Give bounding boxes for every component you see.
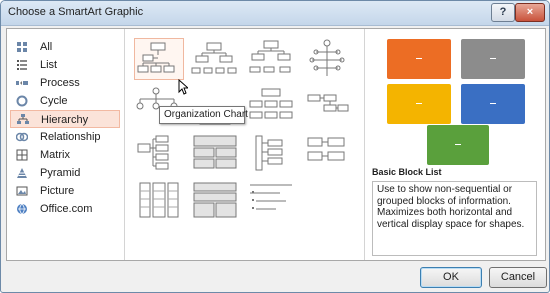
category-pyramid[interactable]: Pyramid xyxy=(10,164,120,182)
layout-architecture[interactable] xyxy=(302,85,352,127)
category-label: Picture xyxy=(40,185,75,197)
layout-horizontal-labeled[interactable] xyxy=(246,132,296,174)
hierarchy-thumbnail xyxy=(309,39,345,76)
layout-hierarchy-list[interactable] xyxy=(190,132,240,174)
layout-hierarchy-1[interactable] xyxy=(190,38,240,80)
cycle-icon xyxy=(16,95,28,107)
office-com-icon xyxy=(17,203,27,215)
title-bar: Choose a SmartArt Graphic ? × xyxy=(1,1,549,26)
cancel-button[interactable]: Cancel xyxy=(489,267,547,288)
all-icon xyxy=(17,42,27,52)
preview-block-green xyxy=(427,125,489,165)
category-label: Matrix xyxy=(40,149,70,161)
layout-tooltip: Organization Chart xyxy=(159,106,248,124)
category-all[interactable]: All xyxy=(10,38,120,56)
hierarchy-thumbnail xyxy=(193,135,237,169)
pyramid-icon xyxy=(17,168,27,178)
preview-description: Use to show non-sequential or grouped bl… xyxy=(372,181,537,256)
category-label: List xyxy=(40,59,58,71)
preview-block-yellow xyxy=(387,84,451,124)
layout-lined-list[interactable] xyxy=(134,132,184,174)
category-label: All xyxy=(40,41,53,53)
category-process[interactable]: Process xyxy=(10,74,120,92)
layout-stacked-list[interactable] xyxy=(190,179,240,221)
hierarchy-thumbnail xyxy=(307,137,345,161)
category-label: Pyramid xyxy=(40,167,81,179)
preview-title: Basic Block List xyxy=(372,167,442,177)
preview-block-orange xyxy=(387,39,451,79)
category-label: Relationship xyxy=(40,131,101,143)
layout-table-list[interactable] xyxy=(134,179,184,221)
picture-icon xyxy=(16,186,28,196)
hierarchy-thumbnail xyxy=(193,182,237,218)
category-matrix[interactable]: Matrix xyxy=(10,146,120,164)
hierarchy-thumbnail xyxy=(250,184,292,210)
close-button[interactable]: × xyxy=(515,3,545,22)
hierarchy-thumbnail xyxy=(249,40,291,73)
category-picture[interactable]: Picture xyxy=(10,182,120,200)
matrix-icon xyxy=(16,149,28,161)
process-icon xyxy=(16,81,28,85)
layout-horizontal-org[interactable] xyxy=(302,132,352,174)
preview-block-gray xyxy=(461,39,525,79)
preview-pane: Basic Block List Use to show non-sequent… xyxy=(365,29,545,260)
mouse-cursor-icon xyxy=(178,79,188,95)
relationship-icon xyxy=(16,132,28,142)
hierarchy-thumbnail xyxy=(139,182,179,218)
category-label: Hierarchy xyxy=(41,114,89,126)
category-hierarchy[interactable]: Hierarchy xyxy=(10,110,120,128)
category-label: Cycle xyxy=(40,95,68,107)
hierarchy-thumbnail xyxy=(307,94,349,112)
category-list-item[interactable]: List xyxy=(10,56,120,74)
category-office-com[interactable]: Office.com xyxy=(10,200,120,218)
layout-horizontal-hierarchy[interactable] xyxy=(302,38,352,80)
layout-hierarchy-2[interactable] xyxy=(246,38,296,80)
category-label: Process xyxy=(40,77,80,89)
hierarchy-thumbnail xyxy=(137,135,169,170)
category-list: All List Process Cycle Hierarchy Relatio… xyxy=(7,29,125,260)
category-cycle[interactable]: Cycle xyxy=(10,92,120,110)
hierarchy-thumbnail xyxy=(249,88,293,119)
list-icon xyxy=(17,60,27,70)
layout-table-hierarchy[interactable] xyxy=(246,85,296,127)
smartart-dialog: Choose a SmartArt Graphic ? × All List P… xyxy=(0,0,550,293)
layout-text-hierarchy[interactable] xyxy=(246,179,296,221)
help-button[interactable]: ? xyxy=(491,3,515,22)
hierarchy-thumbnail xyxy=(255,135,283,171)
category-label: Office.com xyxy=(40,203,93,215)
layout-gallery xyxy=(125,29,365,260)
category-relationship[interactable]: Relationship xyxy=(10,128,120,146)
ok-button[interactable]: OK xyxy=(420,267,482,288)
layout-organization-chart[interactable] xyxy=(134,38,184,80)
dialog-title: Choose a SmartArt Graphic xyxy=(8,6,144,18)
hierarchy-icon xyxy=(17,114,29,124)
preview-block-blue xyxy=(461,84,525,124)
hierarchy-thumbnail xyxy=(191,42,237,74)
organization-chart-thumbnail xyxy=(137,42,175,73)
dialog-content: All List Process Cycle Hierarchy Relatio… xyxy=(6,28,546,261)
